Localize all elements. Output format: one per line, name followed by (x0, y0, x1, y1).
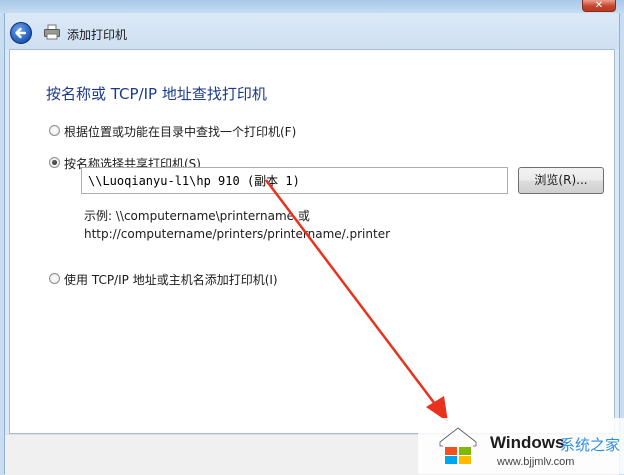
page-heading: 按名称或 TCP/IP 地址查找打印机 (46, 85, 267, 103)
radio-tcpip-address[interactable] (49, 273, 60, 284)
close-button[interactable]: ✕ (582, 0, 616, 12)
back-arrow-icon (15, 27, 27, 39)
radio-select-shared-by-name[interactable] (49, 157, 60, 168)
window-header: 添加打印机 (5, 13, 619, 49)
back-button[interactable] (10, 22, 32, 44)
windows-logo-icon (439, 427, 477, 465)
printer-icon (44, 24, 60, 40)
watermark-brand: Windows (490, 433, 565, 452)
browse-button[interactable]: 浏览(R)... (518, 167, 604, 194)
option-label-find-in-directory[interactable]: 根据位置或功能在目录中查找一个打印机(F) (64, 123, 296, 140)
add-printer-window: 添加打印机 按名称或 TCP/IP 地址查找打印机 根据位置或功能在目录中查找一… (4, 13, 620, 475)
window-title: 添加打印机 (67, 28, 128, 42)
option-label-tcpip-address[interactable]: 使用 TCP/IP 地址或主机名添加打印机(I) (64, 271, 278, 288)
close-icon: ✕ (594, 0, 604, 11)
example-line-1: 示例: \\computername\printername 或 (84, 209, 310, 223)
wizard-content: 按名称或 TCP/IP 地址查找打印机 根据位置或功能在目录中查找一个打印机(F… (9, 49, 615, 434)
watermark-url: www.bjjmlv.com (497, 456, 575, 468)
shared-printer-name-input[interactable]: \\Luoqianyu-l1\hp 910 (副本 1) (81, 167, 508, 194)
example-line-2: http://computername/printers/printername… (84, 227, 391, 241)
window-frame-top (0, 0, 624, 13)
radio-find-in-directory[interactable] (49, 125, 60, 136)
example-text: 示例: \\computername\printername 或 http://… (84, 207, 390, 243)
watermark-site: 系统之家 (560, 436, 621, 454)
